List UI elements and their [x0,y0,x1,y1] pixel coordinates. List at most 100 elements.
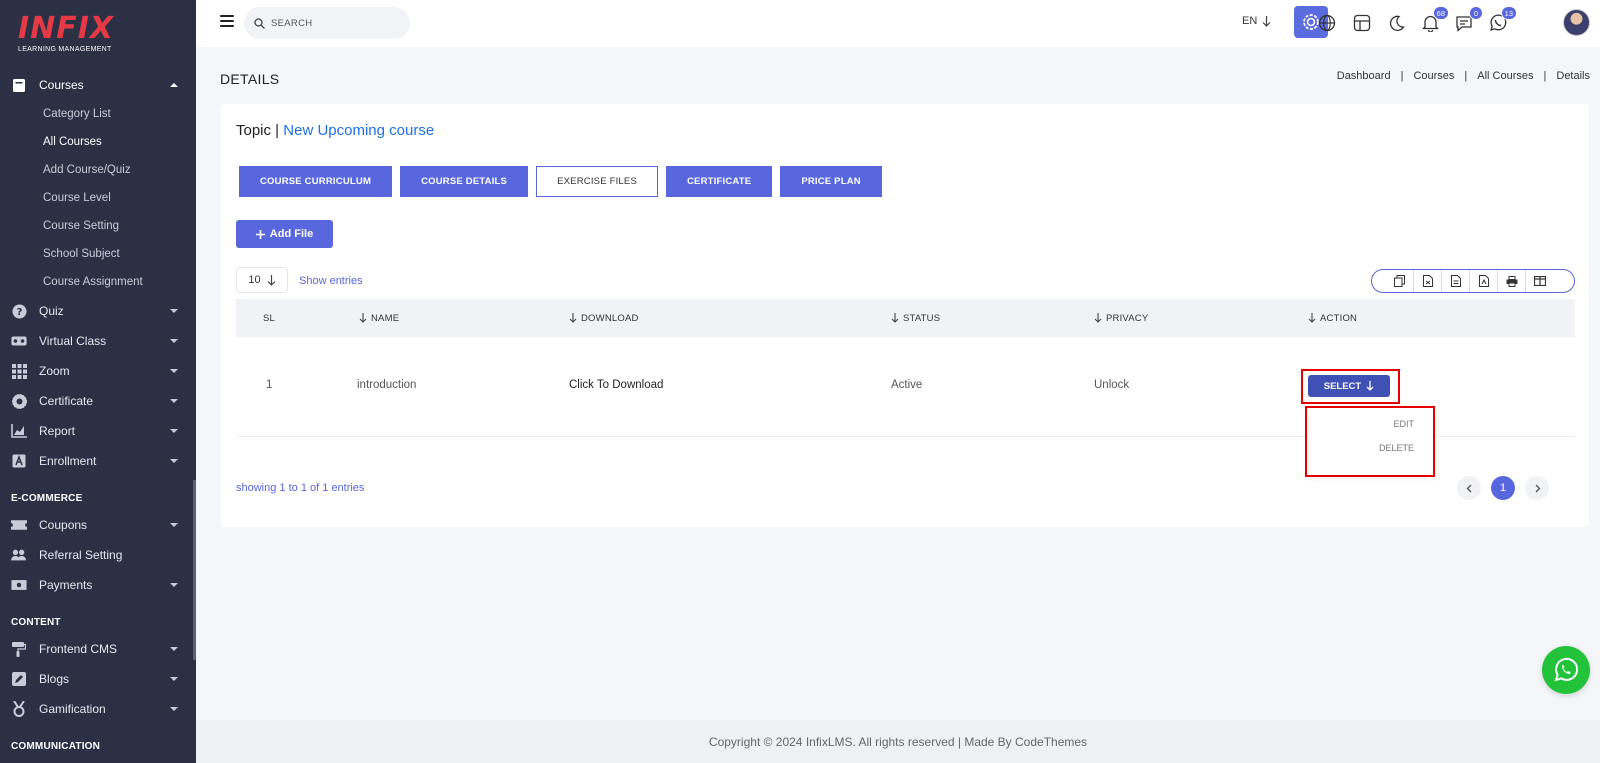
section-label-content: CONTENT [11,617,61,628]
logo[interactable]: INFIX LEARNING MANAGEMENT [18,14,128,56]
sidebar-item-coupons[interactable]: Coupons [0,510,196,540]
course-tabs: COURSE CURRICULUM COURSE DETAILS EXERCIS… [239,166,882,197]
menu-toggle-icon[interactable] [220,15,234,27]
sidebar-item-certificate[interactable]: Certificate [0,386,196,416]
footer-copyright: Copyright © 2024 InfixLMS. All rights re… [708,734,1088,749]
notifications-button[interactable]: 68 [1419,6,1449,34]
tab-course-details[interactable]: COURSE DETAILS [400,166,529,197]
sidebar-subitem-category-list[interactable]: Category List [0,100,196,128]
money-icon [11,577,27,593]
sidebar-item-label: Zoom [39,364,70,378]
sort-arrow-icon [569,313,577,323]
caret-down-icon [170,339,178,343]
messages-button[interactable]: 0 [1453,6,1483,34]
add-file-button[interactable]: Add File [236,220,333,248]
caret-down-icon [170,647,178,651]
caret-up-icon [170,83,178,87]
sidebar-subitem-add-course-quiz[interactable]: Add Course/Quiz [0,156,196,184]
column-header-label: SL [263,312,276,324]
sort-arrow-icon [1094,313,1102,323]
breadcrumb-details: Details [1556,70,1590,82]
copy-button[interactable] [1386,270,1414,292]
column-header-status[interactable]: STATUS [891,299,940,337]
sidebar-item-courses[interactable]: Courses [0,70,196,100]
breadcrumb-all-courses[interactable]: All Courses [1477,70,1533,82]
column-header-name[interactable]: NAME [359,299,399,337]
sidebar-item-payments[interactable]: Payments [0,570,196,600]
sidebar-item-label: Payments [39,578,93,592]
caret-down-icon [170,369,178,373]
tab-price-plan[interactable]: PRICE PLAN [780,166,882,197]
tab-exercise-files[interactable]: EXERCISE FILES [536,166,658,197]
table-header: SL NAME DOWNLOAD STATUS PRIVACY ACTION [236,299,1575,337]
notifications-badge: 68 [1432,6,1449,20]
highlight-box-select [1301,369,1400,404]
column-header-sl[interactable]: SL [263,299,275,337]
sidebar-item-frontend-cms[interactable]: Frontend CMS [0,634,196,664]
sidebar-item-gamification[interactable]: Gamification [0,694,196,724]
sidebar-item-label: Quiz [39,304,64,318]
column-header-label: NAME [371,312,400,324]
sidebar-item-quiz[interactable]: ? Quiz [0,296,196,326]
caret-down-icon [170,309,178,313]
download-link[interactable]: Click To Download [569,379,663,391]
sidebar-item-enrollment[interactable]: Enrollment [0,446,196,476]
cell-name: introduction [357,379,417,391]
tab-certificate[interactable]: CERTIFICATE [666,166,773,197]
column-header-action[interactable]: ACTION [1308,299,1357,337]
sort-arrow-icon [891,313,899,323]
medal-icon [11,701,27,717]
book-icon [11,77,27,93]
avatar[interactable] [1563,9,1590,36]
columns-button[interactable] [1526,270,1554,292]
excel-button[interactable] [1442,270,1470,292]
sidebar-subitem-course-setting[interactable]: Course Setting [0,212,196,240]
column-header-download[interactable]: DOWNLOAD [569,299,639,337]
language-selector[interactable]: EN [1242,15,1271,27]
search-box[interactable] [244,7,410,39]
caret-down-icon [170,459,178,463]
dark-mode-button[interactable] [1385,12,1407,34]
globe-button[interactable] [1316,12,1338,34]
sidebar-nav: Courses Category List All Courses Add Co… [0,70,196,758]
chevron-left-icon [1466,484,1471,492]
enrollment-icon [11,453,27,469]
column-header-privacy[interactable]: PRIVACY [1094,299,1148,337]
messages-badge: 0 [1469,6,1483,20]
sidebar-item-report[interactable]: Report [0,416,196,446]
csv-button[interactable] [1414,270,1442,292]
entries-select[interactable]: 10 [236,267,288,293]
paint-roller-icon [11,641,27,657]
sidebar-item-label: Virtual Class [39,334,107,348]
sidebar-item-label: Report [39,424,76,438]
pdf-button[interactable] [1470,270,1498,292]
sidebar-item-zoom[interactable]: Zoom [0,356,196,386]
tab-course-curriculum[interactable]: COURSE CURRICULUM [239,166,393,197]
breadcrumb-courses[interactable]: Courses [1413,70,1454,82]
sidebar-subitem-course-level[interactable]: Course Level [0,184,196,212]
sidebar-subitem-school-subject[interactable]: School Subject [0,240,196,268]
sidebar-subitem-all-courses[interactable]: All Courses [0,128,196,156]
pagination-prev-button[interactable] [1457,476,1481,500]
whatsapp-chat-button[interactable]: 13 [1487,6,1517,34]
caret-down-icon [170,677,178,681]
column-header-label: PRIVACY [1106,312,1149,324]
search-input[interactable] [271,17,391,29]
grid-icon [11,363,27,379]
sidebar-item-virtual-class[interactable]: Virtual Class [0,326,196,356]
print-button[interactable] [1498,270,1526,292]
sidebar-item-label: Gamification [39,702,106,716]
pagination-page-button[interactable]: 1 [1491,476,1515,500]
sidebar-item-blogs[interactable]: Blogs [0,664,196,694]
sidebar-scrollbar[interactable] [193,480,196,660]
sidebar-item-referral-setting[interactable]: Referral Setting [0,540,196,570]
pagination-next-button[interactable] [1525,476,1549,500]
topic-course-link[interactable]: New Upcoming course [283,122,434,139]
whatsapp-float-button[interactable] [1542,646,1590,694]
layout-button[interactable] [1351,12,1373,34]
sidebar-item-label: Blogs [39,672,70,686]
sidebar-item-label: Certificate [39,394,94,408]
table-info: showing 1 to 1 of 1 entries [236,482,365,494]
breadcrumb-dashboard[interactable]: Dashboard [1337,70,1391,82]
sidebar-subitem-course-assignment[interactable]: Course Assignment [0,268,196,296]
